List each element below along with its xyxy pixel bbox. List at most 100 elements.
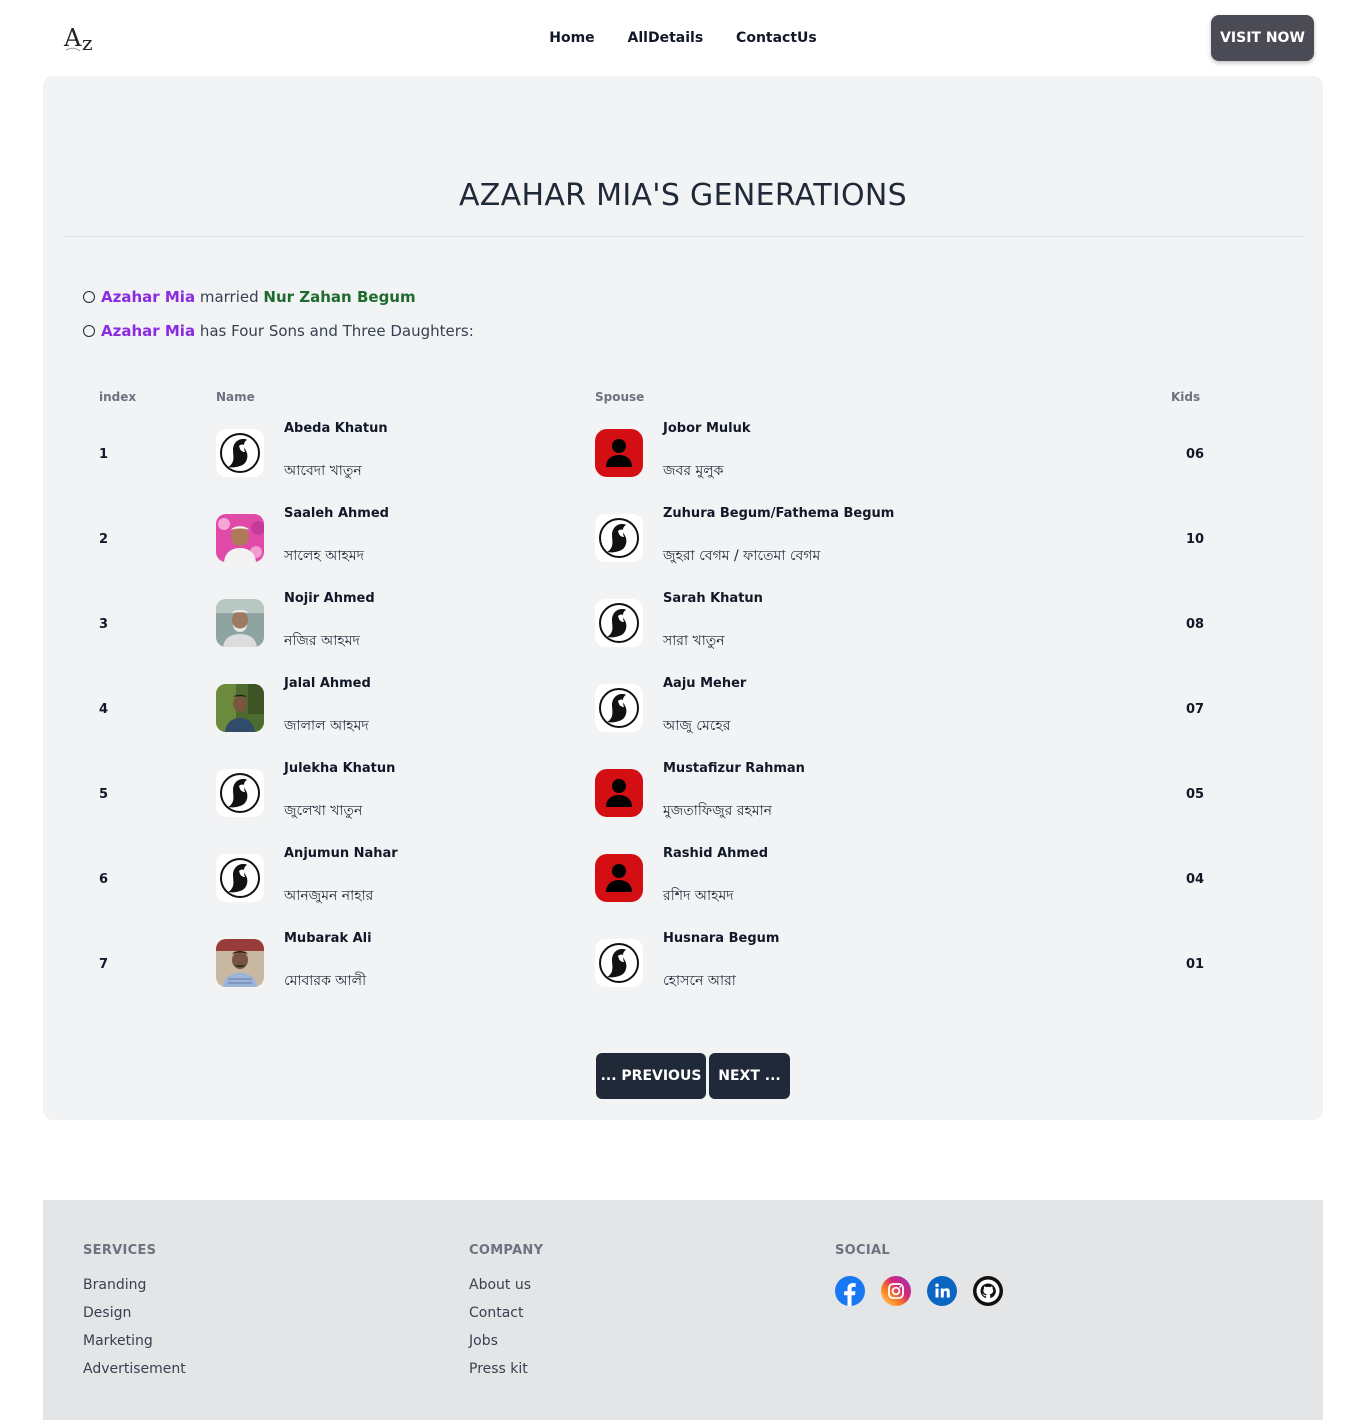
fact-children: Azahar Mia has Four Sons and Three Daugh… xyxy=(83,314,474,348)
title-divider xyxy=(64,236,1304,237)
visit-now-button[interactable]: VISIT NOW xyxy=(1211,15,1314,61)
name-bangla: মোবারক আলী xyxy=(284,973,367,989)
row-index: 1 xyxy=(99,447,109,462)
table-row: 5 Julekha Khatun জুলেখা খাতুন Mustafizur Ra… xyxy=(43,757,1323,842)
footer-link-jobs[interactable]: Jobs xyxy=(469,1333,498,1349)
name-bangla: আনজুমন নাহার xyxy=(284,888,374,904)
name-english: Nojir Ahmed xyxy=(284,591,375,606)
row-index: 7 xyxy=(99,957,109,972)
kids-count: 06 xyxy=(1186,447,1205,462)
table-row: 1 Abeda Khatun আবেদা খাতুন Jobor Muluk জবর ম… xyxy=(43,417,1323,502)
spouse-bangla: জুহরা বেগম / ফাতেমা বেগম xyxy=(663,548,821,564)
nav-home[interactable]: Home xyxy=(549,30,594,46)
footer-link-design[interactable]: Design xyxy=(83,1305,131,1321)
spouse-english: Husnara Begum xyxy=(663,931,780,946)
fact-verb: has Four Sons and Three Daughters: xyxy=(195,322,474,340)
footer-link-branding[interactable]: Branding xyxy=(83,1277,146,1293)
spouse-english: Sarah Khatun xyxy=(663,591,763,606)
hijab-avatar-icon xyxy=(595,684,643,732)
name-english: Julekha Khatun xyxy=(284,761,396,776)
footer-link-marketing[interactable]: Marketing xyxy=(83,1333,153,1349)
spouse-bangla: রশিদ আহমদ xyxy=(663,888,734,904)
person-photo-avatar xyxy=(216,514,264,562)
row-index: 5 xyxy=(99,787,109,802)
spouse-english: Jobor Muluk xyxy=(663,421,751,436)
spouse-bangla: আজু মেহের xyxy=(663,718,731,734)
generations-card: AZAHAR MIA'S GENERATIONS Azahar Mia marr… xyxy=(43,76,1323,1120)
next-button[interactable]: NEXT ... xyxy=(709,1053,790,1099)
hijab-avatar-icon xyxy=(216,769,264,817)
hijab-avatar-icon xyxy=(595,939,643,987)
table-row: 2 Saaleh Ahmed সালেহ আহমদ Zuhura Begum/Fath… xyxy=(43,502,1323,587)
table-row: 6 Anjumun Nahar আনজুমন নাহার Rashid Ahmed রশ… xyxy=(43,842,1323,927)
footer-link-presskit[interactable]: Press kit xyxy=(469,1361,528,1377)
circle-bullet-icon xyxy=(83,325,95,337)
table-row: 4 Jalal Ahmed জালাল আহমদ Aaju Meher আজু মেহে… xyxy=(43,672,1323,757)
name-bangla: আবেদা খাতুন xyxy=(284,463,362,479)
footer-link-advertisement[interactable]: Advertisement xyxy=(83,1361,186,1377)
kids-count: 05 xyxy=(1186,787,1205,802)
footer-heading-services: SERVICES xyxy=(83,1243,157,1258)
fact-marriage: Azahar Mia married Nur Zahan Begum xyxy=(83,280,474,314)
spouse-english: Aaju Meher xyxy=(663,676,747,691)
fact-verb: married xyxy=(195,288,264,306)
footer-heading-company: COMPANY xyxy=(469,1243,544,1258)
spouse-english: Mustafizur Rahman xyxy=(663,761,805,776)
kids-count: 04 xyxy=(1186,872,1205,887)
spouse-bangla: হোসনে আরা xyxy=(663,973,736,989)
name-bangla: নজির আহমদ xyxy=(284,633,360,649)
row-index: 3 xyxy=(99,617,109,632)
person-photo-avatar xyxy=(216,684,264,732)
page-title: AZAHAR MIA'S GENERATIONS xyxy=(458,178,908,213)
row-index: 6 xyxy=(99,872,109,887)
hijab-avatar-icon xyxy=(216,854,264,902)
spouse-english: Rashid Ahmed xyxy=(663,846,769,861)
name-bangla: সালেহ আহমদ xyxy=(284,548,364,564)
name-english: Anjumun Nahar xyxy=(284,846,398,861)
name-english: Mubarak Ali xyxy=(284,931,372,946)
previous-button[interactable]: ... PREVIOUS xyxy=(596,1053,706,1099)
table-row: 7 Mubarak Ali মোবারক আলী Husnara Begum হোসনে… xyxy=(43,927,1323,1012)
fact-subject: Azahar Mia xyxy=(101,288,196,306)
spouse-english: Zuhura Begum/Fathema Begum xyxy=(663,506,895,521)
fact-subject: Azahar Mia xyxy=(101,322,196,340)
footer-link-contact[interactable]: Contact xyxy=(469,1305,523,1321)
column-header-name: Name xyxy=(216,390,255,404)
footer-heading-social: SOCIAL xyxy=(835,1243,890,1258)
name-bangla: জালাল আহমদ xyxy=(284,718,369,734)
facebook-icon[interactable] xyxy=(835,1276,865,1306)
person-silhouette-icon xyxy=(595,854,643,902)
spouse-bangla: মুজতাফিজুর রহমান xyxy=(663,803,773,819)
name-english: Jalal Ahmed xyxy=(284,676,371,691)
spouse-bangla: জবর মুলুক xyxy=(663,463,724,479)
nav-contactus[interactable]: ContactUs xyxy=(736,30,817,46)
row-index: 2 xyxy=(99,532,109,547)
kids-count: 08 xyxy=(1186,617,1205,632)
kids-count: 10 xyxy=(1186,532,1205,547)
column-header-index: index xyxy=(99,390,137,404)
main-nav: Home AllDetails ContactUs xyxy=(0,30,1366,46)
github-icon[interactable] xyxy=(973,1276,1003,1306)
spouse-bangla: সারা খাতুন xyxy=(663,633,725,649)
person-photo-avatar xyxy=(216,599,264,647)
hijab-avatar-icon xyxy=(216,429,264,477)
column-header-kids: Kids xyxy=(1171,390,1201,404)
name-bangla: জুলেখা খাতুন xyxy=(284,803,363,819)
site-header: A z Home AllDetails ContactUs VISIT NOW xyxy=(0,0,1366,76)
name-english: Saaleh Ahmed xyxy=(284,506,389,521)
nav-alldetails[interactable]: AllDetails xyxy=(628,30,704,46)
footer-link-about[interactable]: About us xyxy=(469,1277,531,1293)
column-header-spouse: Spouse xyxy=(595,390,645,404)
name-english: Abeda Khatun xyxy=(284,421,388,436)
fact-object: Nur Zahan Begum xyxy=(263,288,416,306)
circle-bullet-icon xyxy=(83,291,95,303)
instagram-icon[interactable] xyxy=(881,1276,911,1306)
table-row: 3 Nojir Ahmed নজির আহমদ Sarah Khatun সারা খা… xyxy=(43,587,1323,672)
hijab-avatar-icon xyxy=(595,514,643,562)
person-photo-avatar xyxy=(216,939,264,987)
kids-count: 01 xyxy=(1186,957,1205,972)
site-footer: SERVICES Branding Design Marketing Adver… xyxy=(43,1200,1323,1420)
linkedin-icon[interactable] xyxy=(927,1276,957,1306)
kids-count: 07 xyxy=(1186,702,1205,717)
family-facts: Azahar Mia married Nur Zahan Begum Azaha… xyxy=(83,280,474,348)
